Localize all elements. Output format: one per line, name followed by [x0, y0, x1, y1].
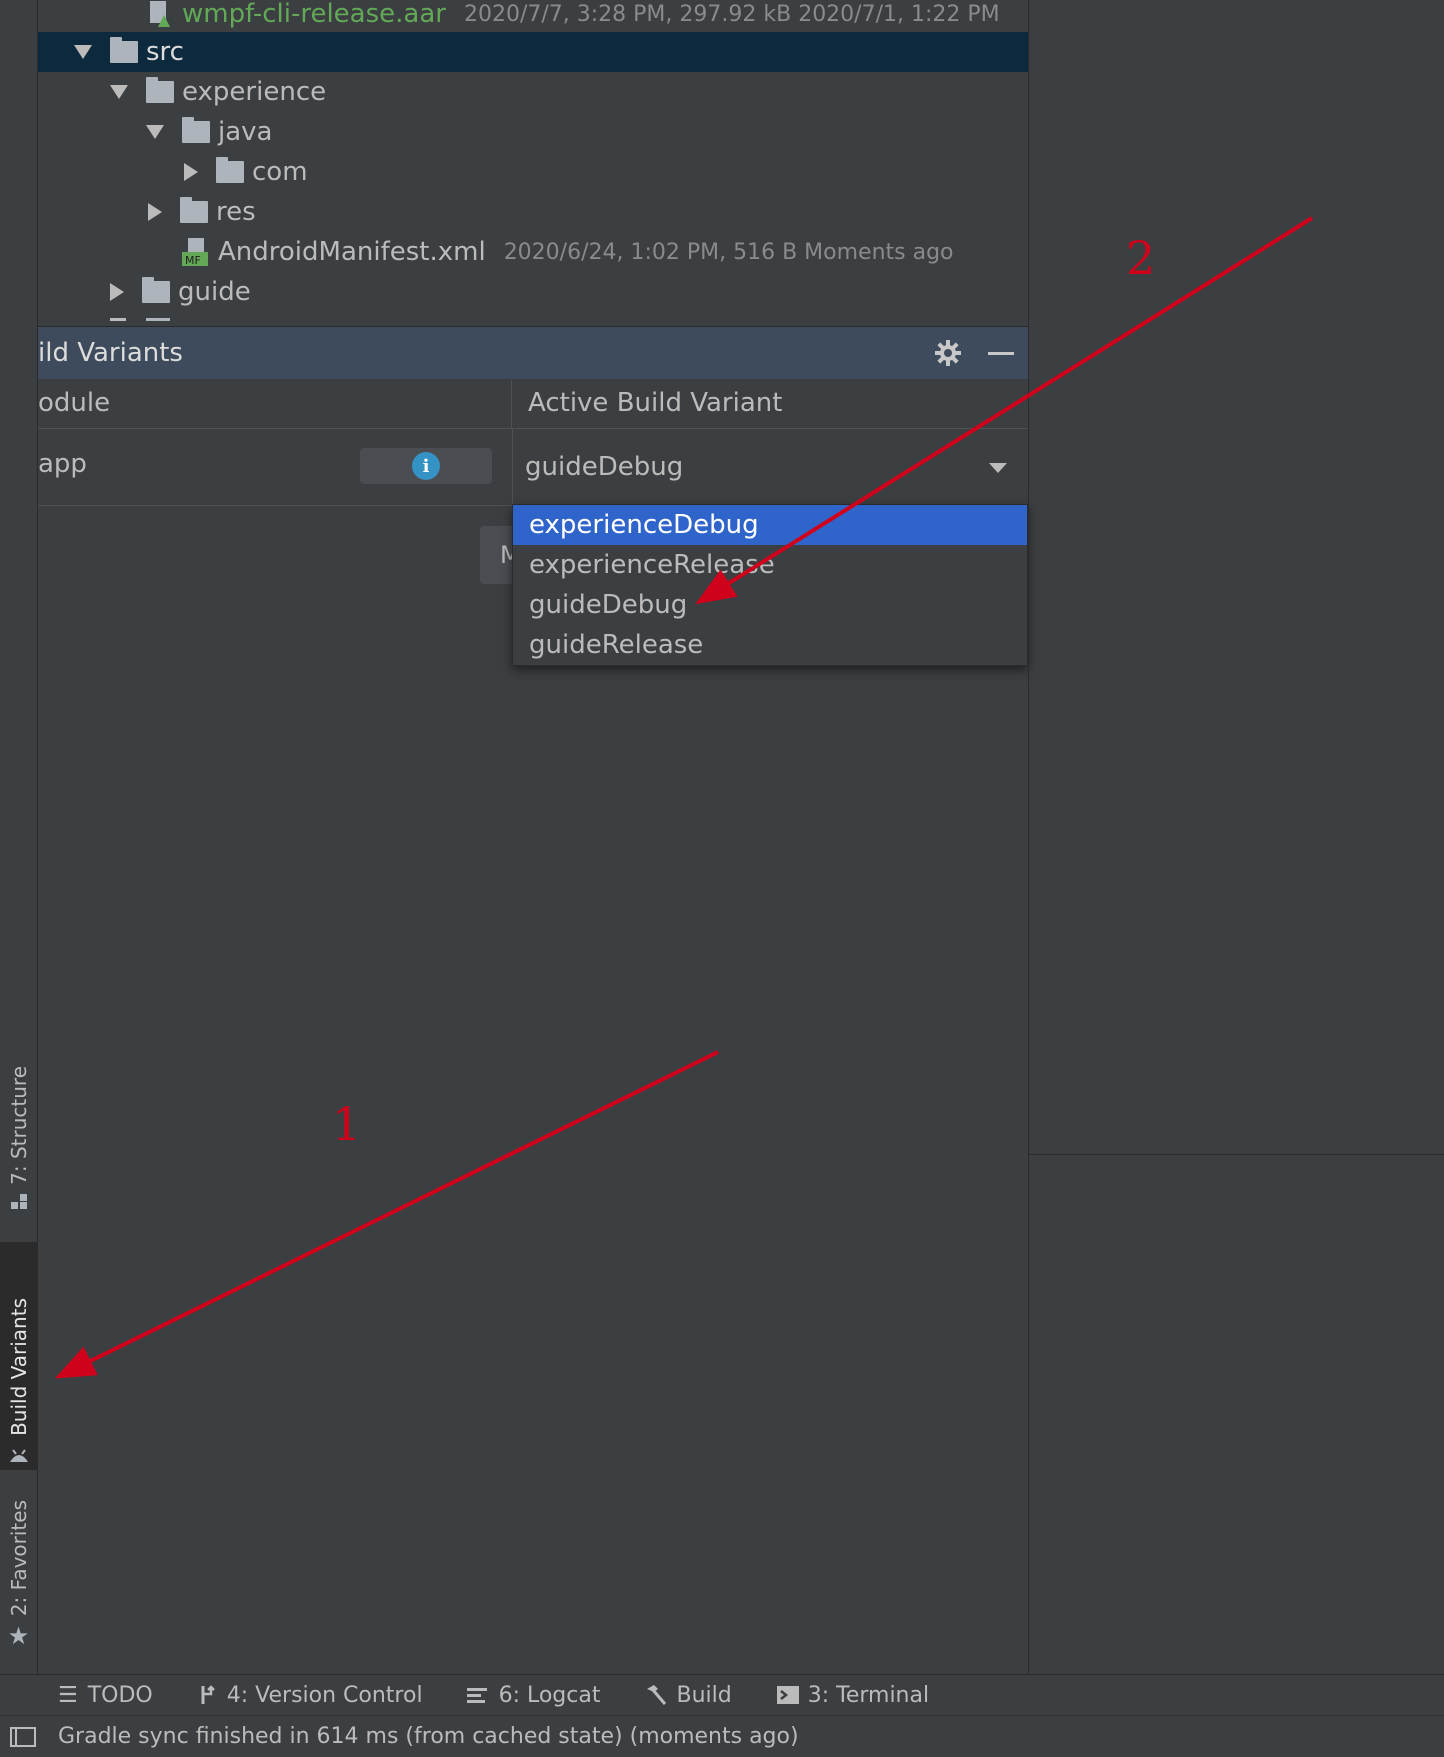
- tab-version-control[interactable]: 4: Version Control: [197, 1683, 423, 1708]
- tab-terminal[interactable]: 3: Terminal: [776, 1683, 929, 1708]
- tab-label: 4: Version Control: [226, 1682, 423, 1708]
- tab-build[interactable]: Build: [644, 1682, 732, 1708]
- hammer-icon: [647, 1685, 667, 1705]
- tab-label: 6: Logcat: [498, 1682, 601, 1708]
- tab-label: TODO: [87, 1682, 153, 1708]
- toggle-tool-windows-icon[interactable]: [10, 1726, 36, 1747]
- list-icon: ☰: [58, 1682, 78, 1708]
- tab-label: Build: [676, 1682, 732, 1708]
- tab-logcat[interactable]: 6: Logcat: [466, 1682, 601, 1708]
- terminal-icon: [776, 1686, 799, 1704]
- annotation-arrow-2: [695, 216, 1314, 605]
- status-message: Gradle sync finished in 614 ms (from cac…: [58, 1724, 799, 1749]
- logcat-icon: [466, 1688, 487, 1703]
- annotation-arrow-1: [54, 1050, 719, 1379]
- tab-todo[interactable]: ☰ TODO: [58, 1683, 153, 1708]
- status-bar: Gradle sync finished in 614 ms (from cac…: [0, 1715, 1444, 1757]
- annotation-label-1: 1: [332, 1097, 361, 1151]
- annotation-label-2: 2: [1126, 231, 1155, 285]
- tab-label: 3: Terminal: [807, 1682, 930, 1708]
- annotation-overlay: 2 1: [54, 216, 1314, 1379]
- bottom-tool-bar: ☰ TODO 4: Version Control 6: Logcat Buil…: [0, 1674, 1444, 1715]
- version-control-icon: [201, 1685, 215, 1704]
